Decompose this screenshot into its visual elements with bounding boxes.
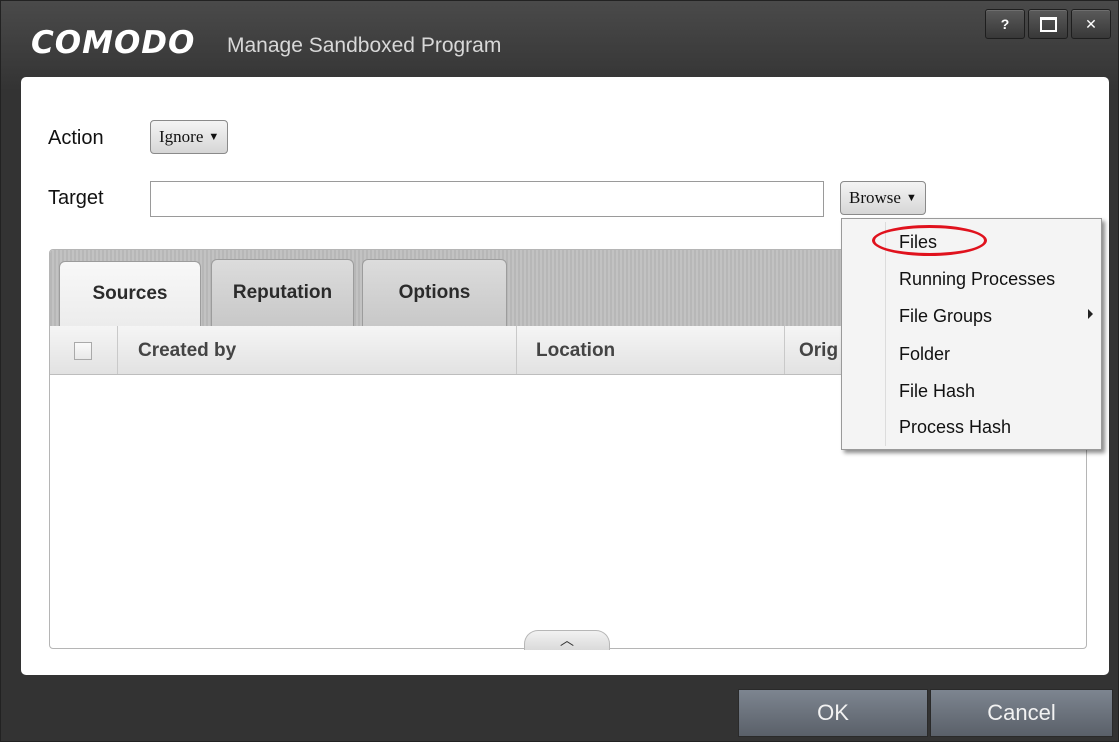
action-value: Ignore — [159, 127, 204, 146]
menu-item-process-hash[interactable]: Process Hash — [899, 417, 1011, 438]
chevron-down-icon: ▼ — [905, 192, 917, 204]
cancel-button-label: Cancel — [987, 700, 1056, 725]
menu-gutter — [885, 222, 886, 446]
column-header-created-by[interactable]: Created by — [138, 340, 236, 362]
column-divider — [516, 326, 517, 374]
column-divider — [784, 326, 785, 374]
comodo-logo: COMODO — [31, 25, 196, 61]
chevron-up-icon: ︿ — [560, 632, 574, 648]
window-title: Manage Sandboxed Program — [227, 34, 502, 57]
tab-label: Sources — [92, 283, 168, 304]
tab-options[interactable]: Options — [362, 259, 507, 326]
ok-button-label: OK — [817, 700, 849, 725]
window-controls: ? ✕ — [982, 9, 1111, 39]
column-divider — [117, 326, 118, 374]
menu-item-file-hash[interactable]: File Hash — [899, 381, 975, 402]
column-header-location[interactable]: Location — [536, 340, 615, 362]
close-button[interactable]: ✕ — [1071, 9, 1111, 39]
menu-item-running-processes[interactable]: Running Processes — [899, 269, 1055, 290]
tab-sources[interactable]: Sources — [59, 261, 201, 326]
highlight-annotation — [872, 225, 987, 256]
tab-label: Options — [398, 282, 471, 303]
maximize-button[interactable] — [1028, 9, 1068, 39]
menu-item-folder[interactable]: Folder — [899, 344, 950, 365]
help-icon: ? — [1000, 16, 1010, 32]
cancel-button[interactable]: Cancel — [930, 689, 1113, 737]
maximize-icon — [1039, 16, 1057, 32]
action-label: Action — [48, 127, 104, 149]
ok-button[interactable]: OK — [738, 689, 928, 737]
browse-label: Browse — [849, 188, 901, 207]
title-bar[interactable]: COMODO Manage Sandboxed Program ? ✕ — [1, 1, 1118, 76]
action-dropdown[interactable]: Ignore ▼ — [150, 120, 229, 154]
menu-item-file-groups[interactable]: File Groups — [899, 306, 992, 327]
column-header-origin[interactable]: Orig — [799, 340, 838, 362]
collapse-panel-button[interactable]: ︿ — [524, 630, 610, 650]
submenu-arrow-icon — [1088, 309, 1093, 319]
tab-reputation[interactable]: Reputation — [211, 259, 354, 326]
target-input[interactable] — [150, 181, 824, 217]
select-all-checkbox[interactable] — [74, 342, 92, 360]
target-label: Target — [48, 187, 104, 209]
dialog-window: COMODO Manage Sandboxed Program ? ✕ Acti… — [0, 0, 1119, 742]
chevron-down-icon: ▼ — [208, 131, 220, 143]
tab-label: Reputation — [232, 282, 333, 303]
browse-dropdown[interactable]: Browse ▼ — [840, 181, 926, 215]
browse-menu: Files Running Processes File Groups Fold… — [841, 218, 1102, 450]
help-button[interactable]: ? — [985, 9, 1025, 39]
close-icon: ✕ — [1085, 15, 1097, 32]
